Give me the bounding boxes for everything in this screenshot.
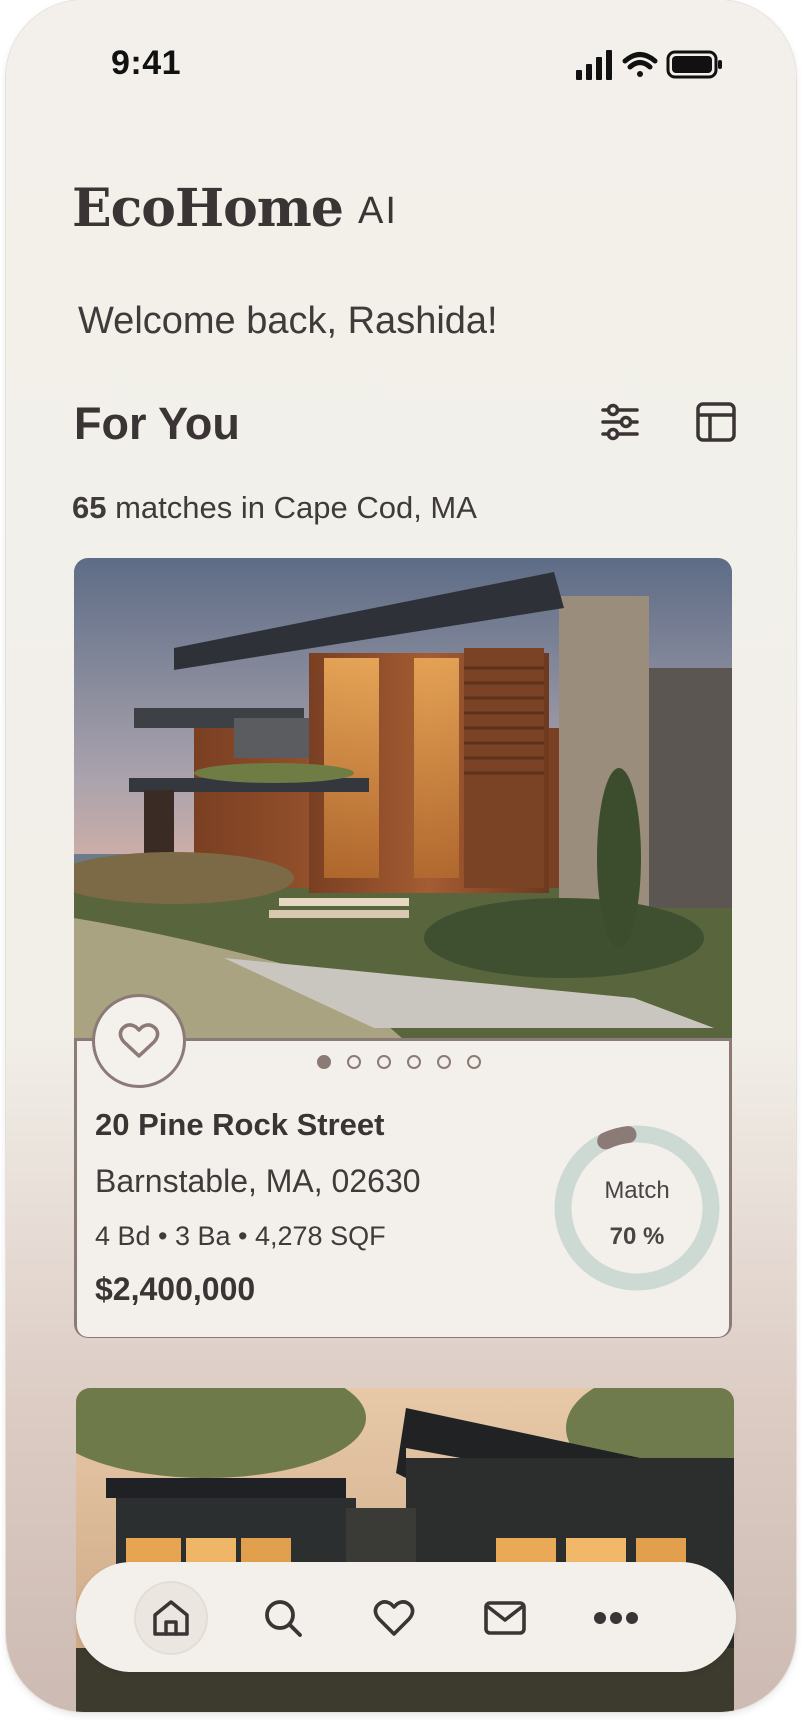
match-count: 65	[72, 490, 107, 525]
match-value: 70 %	[609, 1223, 665, 1250]
match-ring-track	[554, 1125, 720, 1291]
phone-frame: 9:41 EcoHome AI Welcome back, Rashida! F…	[6, 0, 796, 1712]
brand-ai-suffix: AI	[358, 190, 398, 232]
battery-icon	[666, 50, 722, 79]
layout-toggle-button[interactable]	[692, 398, 740, 446]
match-label: Match	[604, 1177, 670, 1204]
nav-messages[interactable]	[470, 1583, 540, 1653]
match-ring	[554, 1125, 720, 1291]
section-title: For You	[74, 398, 240, 449]
nav-search[interactable]	[248, 1583, 318, 1653]
pagination-dot[interactable]	[347, 1055, 361, 1069]
search-icon	[265, 1600, 302, 1637]
match-ring-progress	[597, 1126, 637, 1150]
heart-icon	[118, 1023, 160, 1058]
listing-street: 20 Pine Rock Street	[95, 1107, 385, 1142]
pagination-dot[interactable]	[317, 1055, 331, 1069]
filters-icon	[601, 403, 639, 441]
filters-button[interactable]	[596, 398, 644, 446]
match-location: matches in Cape Cod, MA	[106, 490, 477, 525]
listing-card[interactable]: 20 Pine Rock Street Barnstable, MA, 0263…	[74, 558, 732, 1338]
nav-favorites[interactable]	[359, 1583, 429, 1653]
listing-specs: 4 Bd • 3 Ba • 4,278 SQF	[95, 1221, 386, 1251]
signal-icon	[576, 50, 612, 80]
pagination-dot[interactable]	[407, 1055, 421, 1069]
pagination-dot[interactable]	[377, 1055, 391, 1069]
nav-more[interactable]	[581, 1583, 651, 1653]
bottom-nav	[76, 1562, 736, 1672]
listing-city: Barnstable, MA, 02630	[95, 1163, 421, 1199]
status-time: 9:41	[111, 44, 182, 82]
heart-icon	[373, 1600, 415, 1636]
listing-photo[interactable]	[74, 558, 732, 1040]
mail-icon	[484, 1601, 526, 1635]
listing-price: $2,400,000	[95, 1271, 256, 1307]
welcome-message: Welcome back, Rashida!	[78, 300, 498, 342]
favorite-button[interactable]	[92, 994, 186, 1088]
status-icons	[576, 50, 722, 80]
layout-icon	[696, 402, 736, 442]
nav-home[interactable]	[136, 1583, 206, 1653]
home-icon	[153, 1600, 189, 1636]
more-icon	[594, 1612, 638, 1624]
match-count-text: 65 matches in Cape Cod, MA	[72, 490, 477, 526]
wifi-icon	[622, 52, 658, 77]
pagination-dot[interactable]	[467, 1055, 481, 1069]
pagination-dot[interactable]	[437, 1055, 451, 1069]
listing-details: 20 Pine Rock Street Barnstable, MA, 0263…	[74, 994, 732, 1338]
brand-logo: EcoHome	[72, 178, 344, 239]
photo-pagination[interactable]	[317, 1055, 481, 1069]
